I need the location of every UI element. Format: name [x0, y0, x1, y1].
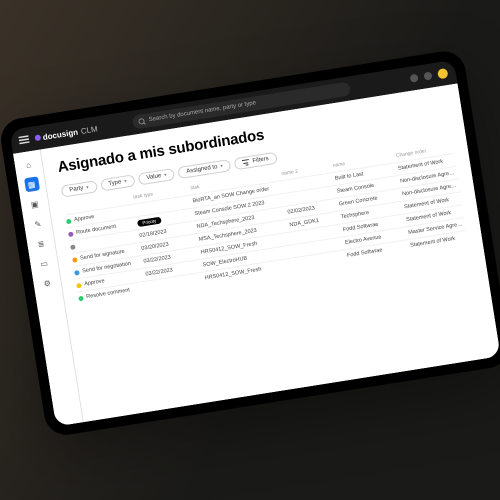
- status-dot-icon: [70, 244, 76, 250]
- status-dot-icon: [74, 269, 80, 275]
- chevron-down-icon: ▾: [86, 184, 89, 190]
- status-dot-icon: [66, 218, 72, 224]
- notifications-icon[interactable]: [423, 71, 432, 80]
- sidebar-box-icon[interactable]: ▣: [27, 196, 43, 212]
- status-dot-icon: [72, 257, 78, 263]
- name2-cell: [296, 257, 341, 264]
- sidebar-dashboard-icon[interactable]: ▦: [24, 176, 40, 192]
- sidebar-folder-icon[interactable]: ▭: [36, 255, 52, 271]
- search-icon: [139, 118, 146, 125]
- status-label: Approve: [84, 278, 105, 287]
- filter-assigned[interactable]: Assigned to▾: [178, 159, 232, 179]
- tablet-frame: docusignCLM Search by document name, par…: [0, 48, 500, 438]
- task-type-cell: [148, 279, 199, 287]
- sidebar-settings-icon[interactable]: ⚙: [39, 275, 55, 291]
- brand-sub: CLM: [80, 124, 98, 136]
- filter-type[interactable]: Type▾: [100, 174, 136, 191]
- screen: docusignCLM Search by document name, par…: [9, 60, 500, 427]
- status-dot-icon: [76, 282, 82, 288]
- brand[interactable]: docusignCLM: [34, 124, 98, 143]
- chevron-down-icon: ▾: [124, 178, 127, 184]
- filters-button[interactable]: Filters: [234, 152, 278, 170]
- help-icon[interactable]: [410, 74, 419, 83]
- documents-table: task type task name 2 name Change order …: [64, 144, 469, 304]
- chevron-down-icon: ▾: [164, 172, 167, 178]
- filter-icon: [242, 159, 250, 166]
- status-dot-icon: [68, 231, 74, 237]
- brand-name: docusign: [42, 127, 79, 141]
- status-label: Approve: [74, 214, 95, 223]
- status-dot-icon: [78, 295, 84, 301]
- chevron-down-icon: ▾: [220, 163, 223, 169]
- topbar-right: [409, 68, 448, 84]
- avatar[interactable]: [437, 68, 448, 79]
- status-label: Resolve comment: [86, 287, 130, 300]
- sidebar-edit-icon[interactable]: ✎: [30, 216, 46, 232]
- filter-value[interactable]: Value▾: [138, 168, 176, 186]
- sidebar-list-icon[interactable]: ≣: [33, 236, 49, 252]
- brand-dot-icon: [34, 135, 41, 142]
- menu-icon[interactable]: [18, 135, 29, 144]
- sidebar-home-icon[interactable]: ⌂: [20, 157, 36, 173]
- filter-party[interactable]: Party▾: [61, 180, 98, 197]
